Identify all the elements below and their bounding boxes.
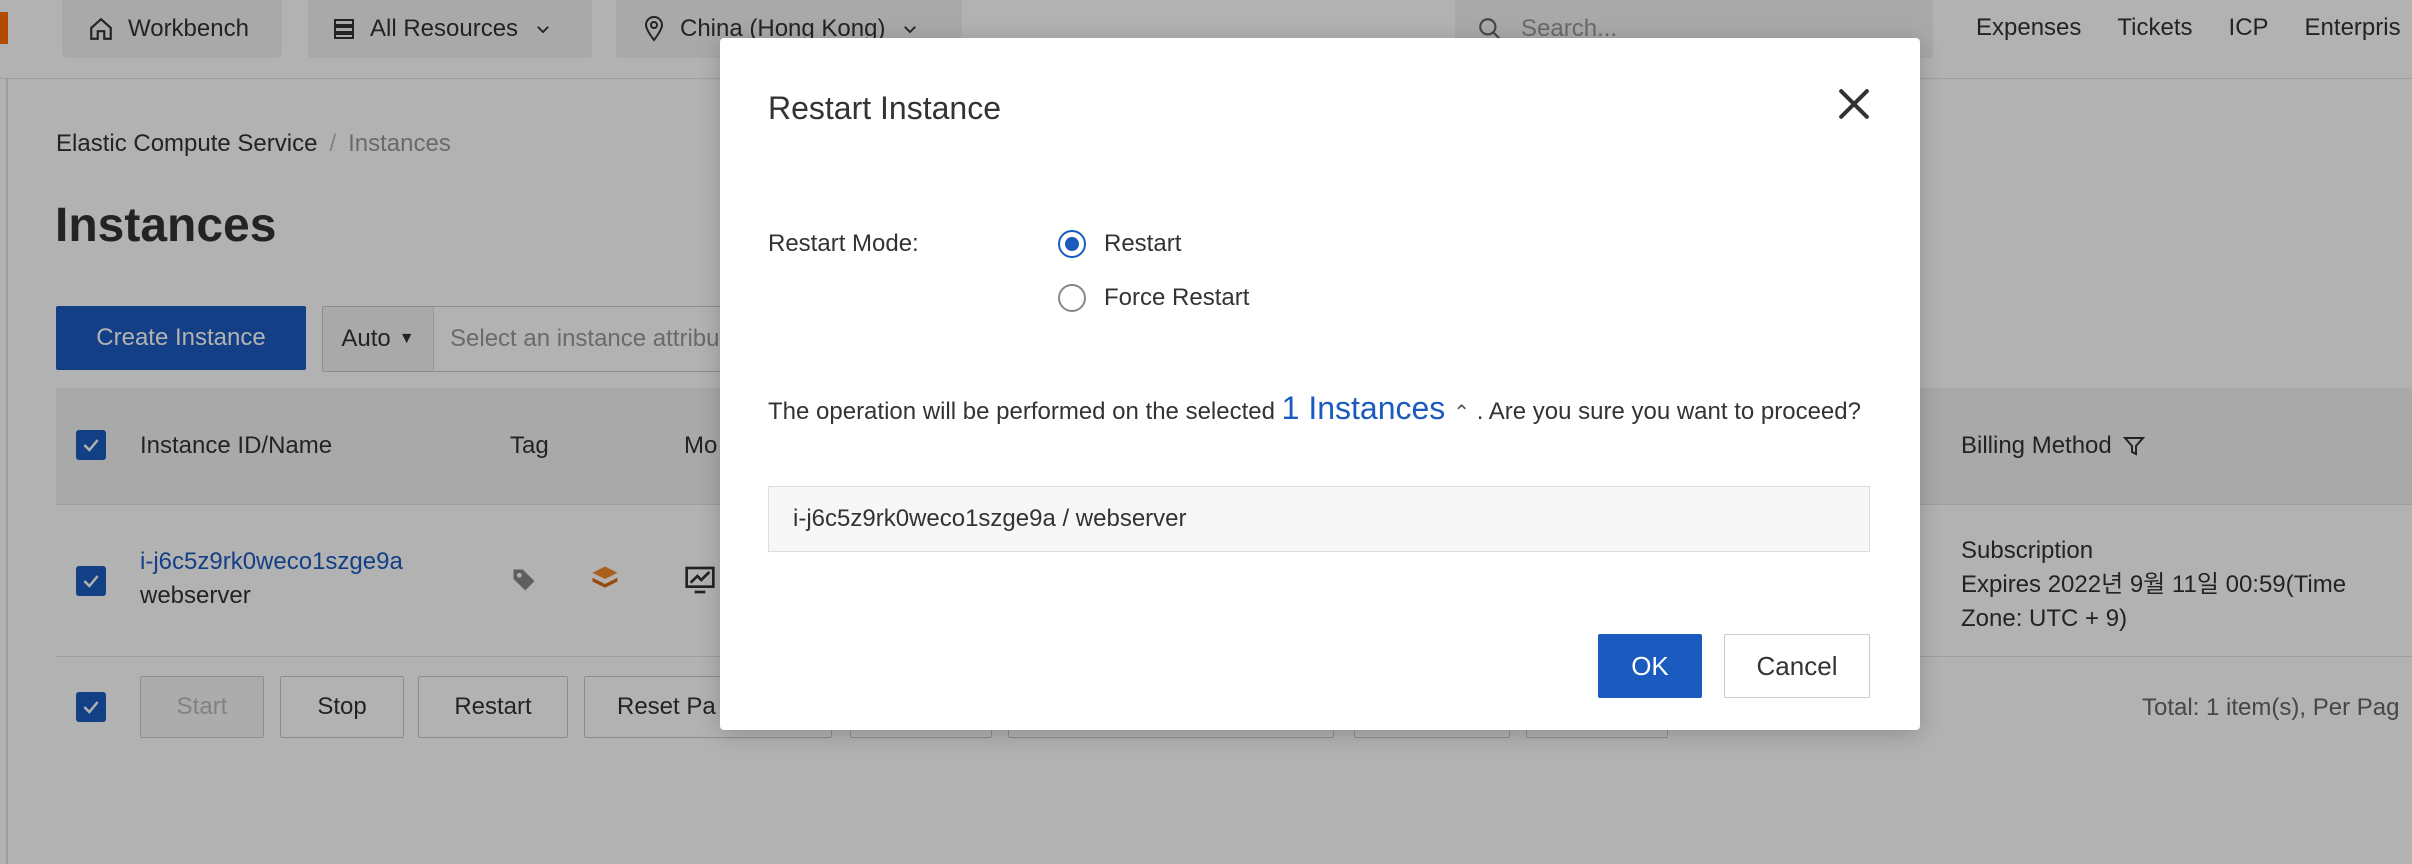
instances-toggle-link[interactable]: 1 Instances ⌃ (1282, 390, 1470, 426)
instances-count: 1 Instances (1281, 390, 1446, 426)
selected-instance-list: i-j6c5z9rk0weco1szge9a / webserver (768, 486, 1870, 552)
restart-mode-label: Restart Mode: (768, 230, 919, 257)
radio-button-unchecked[interactable] (1058, 284, 1086, 312)
close-button[interactable] (1832, 82, 1876, 126)
restart-instance-dialog: Restart Instance Restart Mode: Restart F… (720, 38, 1920, 730)
radio-label-restart: Restart (1104, 230, 1182, 257)
confirm-text-before: The operation will be performed on the s… (768, 398, 1275, 425)
radio-option-force-restart[interactable]: Force Restart (1058, 284, 1249, 312)
chevron-up-icon: ⌃ (1453, 402, 1471, 424)
radio-option-restart[interactable]: Restart (1058, 230, 1181, 258)
confirm-text-after: . Are you sure you want to proceed? (1476, 398, 1861, 425)
ok-button[interactable]: OK (1598, 634, 1702, 698)
radio-label-force-restart: Force Restart (1104, 284, 1250, 311)
confirmation-message: The operation will be performed on the s… (768, 388, 1868, 433)
selected-instance-item: i-j6c5z9rk0weco1szge9a / webserver (793, 505, 1187, 532)
cancel-button[interactable]: Cancel (1724, 634, 1870, 698)
close-icon (1839, 89, 1869, 119)
dialog-title: Restart Instance (768, 90, 1001, 126)
radio-button-checked[interactable] (1058, 230, 1086, 258)
